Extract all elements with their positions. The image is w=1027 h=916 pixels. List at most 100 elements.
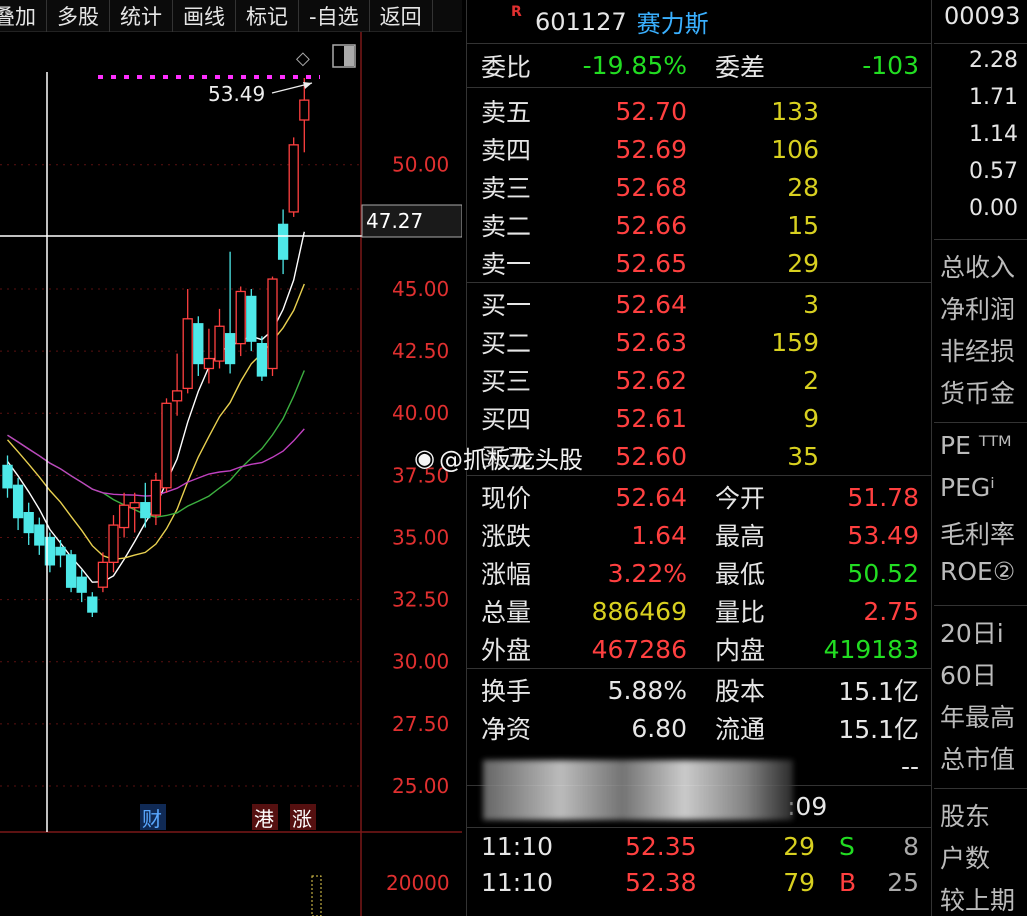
multi-stock-button[interactable]: 多股 [47, 0, 110, 32]
ask-label: 卖二 [481, 212, 532, 241]
tick-volume: 29 [783, 831, 815, 861]
price-tick-label: 25.00 [392, 774, 449, 798]
tick-count: 8 [903, 831, 919, 861]
candle-up[interactable] [235, 290, 246, 345]
overlay-button[interactable]: 叠加 [0, 0, 47, 32]
order-ratio-label: 委比 [481, 52, 532, 82]
ask-row[interactable]: 卖一 52.65 29 [467, 244, 931, 282]
order-ratio-row: 委比 -19.85% 委差 -103 [467, 44, 931, 88]
panel-toggle-icon-fill [344, 46, 354, 66]
sidebar-label[interactable]: PE ᵀᵀᴹ [934, 431, 1027, 473]
candle-down[interactable] [55, 546, 66, 556]
candle-down[interactable] [277, 223, 289, 260]
sidebar-label[interactable]: 非经损 [934, 332, 1027, 374]
price-axis-labels: 50.0045.0042.5040.0037.5035.0032.5030.00… [392, 153, 449, 798]
blurred-region [483, 760, 793, 820]
stat-label: 最低 [715, 560, 766, 589]
sidebar-label[interactable]: 货币金 [934, 374, 1027, 416]
sidebar-label[interactable]: 较上期 [934, 881, 1027, 916]
stat-label: 换手 [481, 677, 532, 706]
bid-price: 52.64 [615, 289, 687, 319]
candle-up[interactable] [288, 144, 299, 213]
sidebar-label[interactable]: ROE② [934, 557, 1027, 599]
tag-rise[interactable]: 涨 [292, 807, 312, 831]
stat-label: 今开 [715, 484, 766, 513]
sidebar-label[interactable]: 净利润 [934, 290, 1027, 332]
sidebar-label[interactable]: 股东 [934, 797, 1027, 839]
ask-row[interactable]: 卖二 52.66 15 [467, 206, 931, 244]
sidebar-label[interactable]: 总市值 [934, 740, 1027, 782]
stock-name[interactable]: 赛力斯 [637, 4, 709, 39]
partial-row-value: -- [900, 751, 919, 781]
stats-row: 外盘 467286 内盘 419183 [467, 630, 931, 668]
tick-price: 52.38 [625, 867, 697, 897]
candle-up[interactable] [97, 561, 109, 588]
candle-up[interactable] [182, 318, 193, 390]
sidebar-value: 1.14 [969, 122, 1018, 147]
bid-row[interactable]: 买一 52.64 3 [467, 285, 931, 323]
sidebar-label[interactable]: 总收入 [934, 248, 1027, 290]
candle-up[interactable] [150, 479, 162, 516]
ask-volume: 106 [771, 134, 819, 164]
candle-down[interactable] [34, 524, 45, 546]
sidebar-label[interactable]: PEGⁱ [934, 473, 1027, 515]
bid-volume: 2 [803, 365, 819, 395]
candle-up[interactable] [161, 402, 172, 489]
diamond-icon[interactable]: ◇ [296, 48, 310, 69]
candle-up[interactable] [108, 524, 119, 563]
back-button[interactable]: 返回 [370, 0, 433, 32]
sidebar-label[interactable]: 毛利率 [934, 515, 1027, 557]
candle-up[interactable] [267, 278, 278, 370]
mark-button[interactable]: 标记 [236, 0, 299, 32]
candle-up[interactable] [129, 502, 140, 509]
statistics-button[interactable]: 统计 [110, 0, 173, 32]
tick-row[interactable]: 11:10 52.38 79 B 25 [467, 864, 931, 900]
candle-down[interactable] [246, 295, 257, 342]
candle-up[interactable] [299, 99, 310, 121]
candle-down[interactable] [256, 343, 268, 377]
ask-row[interactable]: 卖三 52.68 28 [467, 168, 931, 206]
draw-line-button[interactable]: 画线 [173, 0, 236, 32]
sidebar-label[interactable]: 户数 [934, 839, 1027, 881]
candle-down[interactable] [87, 596, 98, 613]
tag-hk-connect[interactable]: 港 [254, 807, 274, 831]
tick-price: 52.35 [625, 831, 697, 861]
candle-down[interactable] [65, 554, 77, 588]
candle-down[interactable] [193, 323, 204, 365]
stats-row: 现价 52.64 今开 51.78 [467, 478, 931, 516]
sidebar-code[interactable]: 00093 [934, 0, 1027, 44]
candle-down[interactable] [23, 511, 34, 534]
candle-up[interactable] [171, 390, 183, 402]
sidebar-label[interactable]: 60日 [934, 656, 1027, 698]
candle-down[interactable] [76, 576, 87, 593]
stat-value: 2.75 [863, 596, 919, 626]
remove-watchlist-button[interactable]: -自选 [299, 0, 370, 32]
candle-up[interactable] [118, 504, 130, 529]
candle-up[interactable] [203, 357, 215, 370]
bid-label: 买二 [481, 329, 532, 358]
bid-row[interactable]: 买二 52.63 159 [467, 323, 931, 361]
candle-down[interactable] [140, 502, 151, 519]
sidebar-label[interactable]: 20日i [934, 614, 1027, 656]
volume-bar [311, 875, 322, 916]
ask-row[interactable]: 卖五 52.70 133 [467, 92, 931, 130]
candle-up[interactable] [214, 325, 225, 362]
sidebar-value: 1.71 [969, 85, 1018, 110]
kline-chart[interactable]: 50.0045.0042.5040.0037.5035.0032.5030.00… [0, 32, 462, 916]
candle-down[interactable] [2, 464, 13, 489]
bid-row[interactable]: 买三 52.62 2 [467, 361, 931, 399]
candle-down[interactable] [12, 484, 24, 519]
ask-row[interactable]: 卖四 52.69 106 [467, 130, 931, 168]
bid-row[interactable]: 买四 52.61 9 [467, 399, 931, 437]
candle-down[interactable] [224, 333, 236, 365]
ask-price: 52.66 [615, 210, 687, 240]
tick-side: S [839, 831, 855, 861]
tick-row[interactable]: 11:10 52.35 29 S 8 [467, 828, 931, 864]
bid-price: 52.60 [615, 441, 687, 471]
right-sidebar: 00093 2.28 1.71 1.14 0.57 0.00 总收入 净利润 非经损 货币金 … [934, 0, 1027, 916]
tag-finance[interactable]: 财 [142, 807, 162, 831]
sidebar-label[interactable]: 年最高 [934, 698, 1027, 740]
stat-value: 1.64 [631, 520, 687, 550]
weibo-watermark: ◉ @抓板龙头股 [414, 440, 583, 475]
tick-list[interactable]: 11:10 52.35 29 S 8 11:10 52.38 79 B 25 [467, 827, 931, 900]
